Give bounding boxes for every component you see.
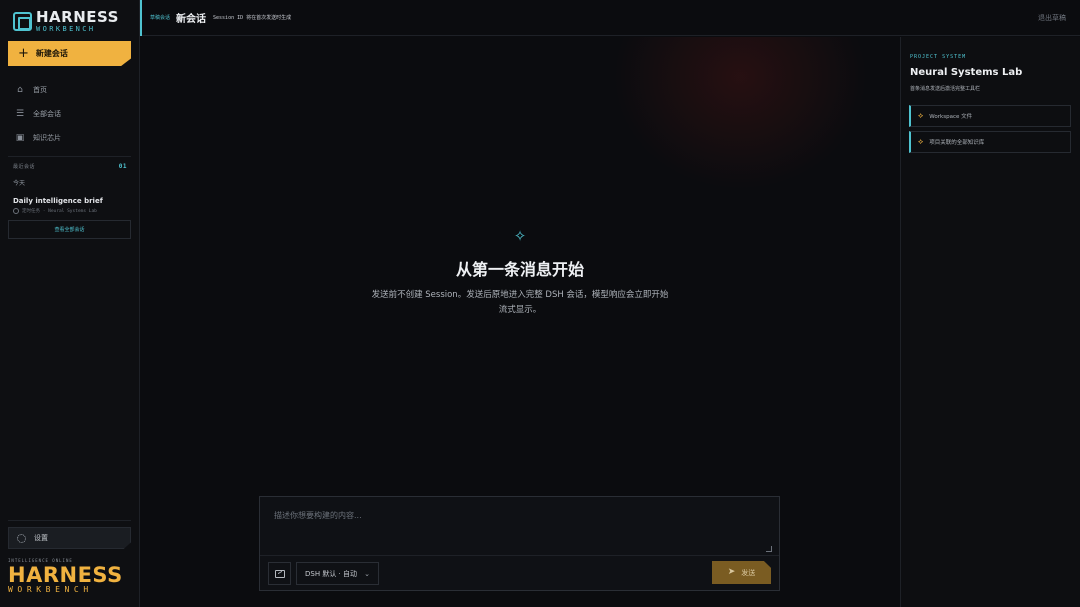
recent-heading: 最近会话	[13, 164, 36, 170]
send-label: 发送	[741, 568, 756, 577]
recent-group-label: 今天	[13, 180, 26, 187]
link-icon: ⟡	[918, 137, 924, 146]
sidebar-item-knowledge-chips[interactable]: ▣ 知识芯片	[15, 126, 135, 150]
brand-footer: INTELLIGENCE ONLINE HARNESS WORKBENCH	[8, 558, 123, 594]
empty-state-title: 从第一条消息开始	[455, 260, 584, 279]
workspace-files-link[interactable]: ⟡ Workspace 文件	[909, 105, 1071, 127]
view-all-sessions-button[interactable]: 查看全部会话	[8, 220, 131, 239]
new-chat-label: 新建会话	[35, 49, 68, 58]
list-icon: ☰	[15, 109, 25, 119]
logo-icon	[13, 12, 32, 31]
project-panel: PROJECT SYSTEM Neural Systems Lab 首条消息发送…	[900, 37, 1080, 607]
sidebar-item-label: 全部会话	[33, 110, 61, 118]
top-bar: 草稿会话 新会话 Session ID 将在首次发送时生成 退出草稿	[140, 0, 1080, 36]
app-logo[interactable]: HARNESS WORKBENCH	[13, 10, 119, 33]
recent-sessions: 最近会话 01 今天 Daily intelligence brief 定时任务…	[8, 156, 131, 239]
message-composer: DSH 默认 · 自动 ⌄ ➤ 发送	[259, 496, 780, 591]
send-button[interactable]: ➤ 发送	[712, 561, 771, 584]
sparkle-icon: ✧	[513, 227, 527, 245]
chip-icon: ▣	[15, 133, 25, 143]
model-select[interactable]: DSH 默认 · 自动 ⌄	[296, 562, 379, 585]
sidebar: HARNESS WORKBENCH + 新建会话 ⌂ 首页 ☰ 全部会话 ▣ 知…	[0, 0, 140, 607]
exit-draft-button[interactable]: 退出草稿	[1038, 13, 1066, 23]
sidebar-item-label: 首页	[33, 86, 47, 94]
plus-icon: +	[18, 46, 29, 61]
brand-subtitle: WORKBENCH	[8, 585, 93, 594]
project-panel-tag: PROJECT SYSTEM	[910, 54, 967, 60]
model-select-value: DSH 默认 · 自动	[305, 569, 357, 578]
resize-handle[interactable]	[766, 546, 772, 552]
workspace-files-label: Workspace 文件	[929, 114, 973, 120]
clock-icon	[13, 208, 19, 214]
sidebar-nav: ⌂ 首页 ☰ 全部会话 ▣ 知识芯片	[15, 78, 135, 150]
breadcrumb: 草稿会话	[150, 15, 171, 21]
empty-state: ✧ 从第一条消息开始 发送前不创建 Session。发送后原地进入完整 DSH …	[140, 229, 900, 318]
recent-item-title: Daily intelligence brief	[13, 197, 103, 205]
send-icon: ➤	[727, 567, 736, 577]
settings-section: 设置	[8, 520, 131, 549]
link-icon: ⟡	[918, 111, 924, 120]
sidebar-item-home[interactable]: ⌂ 首页	[15, 78, 135, 102]
attach-image-button[interactable]	[268, 562, 291, 585]
recent-item-meta-text: 定时任务 · Neural Systems Lab	[22, 209, 97, 214]
logo-title: HARNESS	[36, 8, 119, 26]
settings-button[interactable]: 设置	[8, 527, 131, 549]
app-root: HARNESS WORKBENCH + 新建会话 ⌂ 首页 ☰ 全部会话 ▣ 知…	[0, 0, 1080, 607]
top-bar-accent	[140, 0, 142, 36]
home-icon: ⌂	[17, 85, 23, 95]
gear-icon	[17, 533, 26, 543]
new-chat-button[interactable]: + 新建会话	[8, 41, 131, 66]
brand-title: HARNESS	[8, 563, 123, 587]
recent-count-badge: 01	[118, 163, 127, 170]
sidebar-item-all-sessions[interactable]: ☰ 全部会话	[15, 102, 135, 126]
recent-item-meta: 定时任务 · Neural Systems Lab	[13, 208, 131, 214]
empty-state-description: 发送前不创建 Session。发送后原地进入完整 DSH 会话，模型响应会立即开…	[371, 290, 669, 315]
message-input[interactable]	[260, 497, 779, 555]
settings-label: 设置	[34, 534, 48, 542]
logo-text: HARNESS WORKBENCH	[36, 10, 119, 33]
knowledge-base-link[interactable]: ⟡ 项目关联的全部知识库	[909, 131, 1071, 153]
main-content: ✧ 从第一条消息开始 发送前不创建 Session。发送后原地进入完整 DSH …	[140, 37, 900, 607]
session-id-note: Session ID 将在首次发送时生成	[213, 15, 292, 21]
list-item[interactable]: Daily intelligence brief 定时任务 · Neural S…	[8, 197, 131, 214]
knowledge-base-label: 项目关联的全部知识库	[929, 140, 985, 146]
page-title: 新会话	[176, 14, 207, 25]
sidebar-item-label: 知识芯片	[33, 134, 61, 142]
recent-header: 最近会话 01	[8, 163, 131, 170]
chevron-down-icon: ⌄	[364, 569, 370, 578]
composer-toolbar: DSH 默认 · 自动 ⌄ ➤ 发送	[260, 555, 779, 591]
logo-subtitle: WORKBENCH	[36, 25, 96, 33]
project-title: Neural Systems Lab	[910, 67, 1023, 78]
project-description: 首条消息发送后激活完整工具栏	[910, 86, 981, 92]
image-icon	[274, 569, 285, 578]
